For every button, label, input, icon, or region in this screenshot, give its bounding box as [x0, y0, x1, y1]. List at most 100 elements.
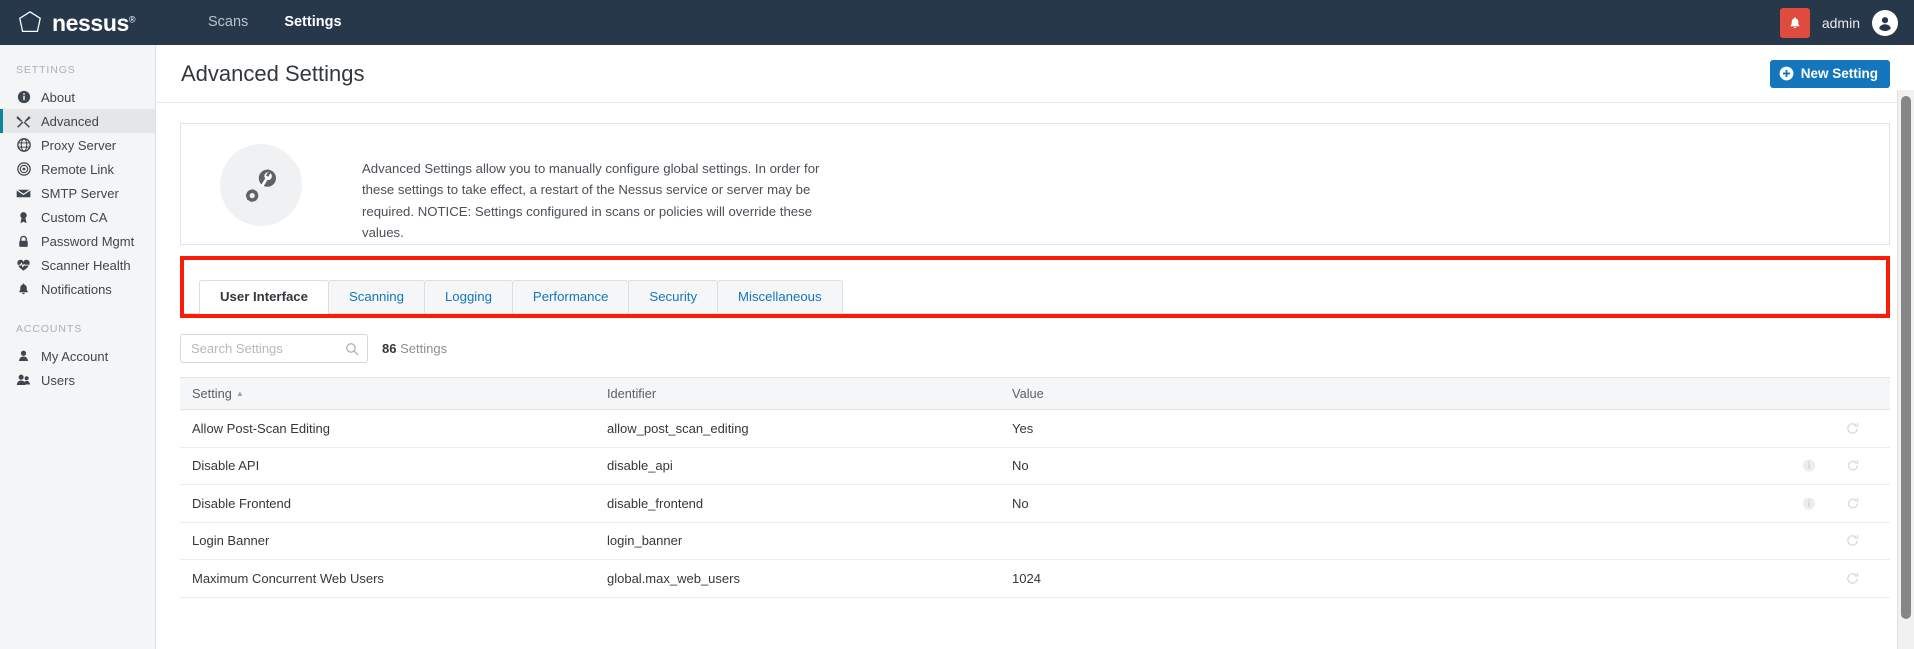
page-scrollbar-track[interactable]: [1897, 90, 1914, 649]
tab-security[interactable]: Security: [628, 280, 719, 313]
lock-icon: [16, 234, 31, 249]
reset-icon[interactable]: [1845, 571, 1860, 586]
sidebar-item-label: Scanner Health: [41, 257, 131, 273]
cell-identifier: allow_post_scan_editing: [595, 409, 1000, 448]
certificate-icon: [16, 210, 31, 225]
content-area: Advanced Settings allow you to manually …: [156, 103, 1914, 649]
column-header-value[interactable]: Value: [1000, 377, 1790, 410]
reset-icon[interactable]: [1845, 533, 1860, 548]
user-icon: [16, 349, 31, 364]
cell-value: Yes: [1000, 409, 1790, 448]
sidebar-item-scanner-health[interactable]: Scanner Health: [0, 253, 155, 277]
nessus-logo[interactable]: nessus®: [0, 10, 190, 36]
column-header-actions: [1790, 377, 1890, 410]
sidebar-item-advanced[interactable]: Advanced: [0, 109, 155, 133]
sidebar-item-about[interactable]: About: [0, 85, 155, 109]
cell-setting: Disable API: [180, 447, 595, 485]
tab-user-interface[interactable]: User Interface: [199, 280, 329, 314]
plus-circle-icon: [1779, 66, 1794, 81]
cell-value: No: [1000, 447, 1790, 485]
user-avatar-icon: [1879, 16, 1891, 31]
cell-actions: [1790, 522, 1890, 560]
sidebar-item-proxy-server[interactable]: Proxy Server: [0, 133, 155, 157]
tab-scanning[interactable]: Scanning: [327, 280, 425, 313]
envelope-icon: [16, 186, 31, 201]
sidebar-item-label: Custom CA: [41, 209, 108, 225]
row-action-icons: [1802, 458, 1878, 473]
sidebar-item-users[interactable]: Users: [0, 368, 155, 392]
settings-count-label: Settings: [400, 341, 448, 356]
primary-nav-links: Scans Settings: [190, 0, 360, 45]
cell-identifier: global.max_web_users: [595, 559, 1000, 598]
sidebar-item-label: Users: [41, 372, 75, 388]
search-input[interactable]: [191, 341, 345, 356]
page-header: Advanced Settings New Setting: [156, 45, 1914, 103]
username-label: admin: [1821, 14, 1860, 31]
notifications-button[interactable]: [1779, 7, 1810, 38]
avatar[interactable]: [1872, 9, 1898, 36]
new-setting-button[interactable]: New Setting: [1769, 59, 1890, 88]
tab-miscellaneous[interactable]: Miscellaneous: [717, 280, 843, 313]
column-header-setting-label: Setting: [192, 386, 232, 401]
reset-icon[interactable]: [1846, 496, 1860, 511]
globe-icon: [16, 138, 31, 153]
sidebar-item-label: Proxy Server: [41, 137, 117, 153]
table-row[interactable]: Login Banner login_banner: [180, 522, 1890, 560]
sidebar-item-password-mgmt[interactable]: Password Mgmt: [0, 229, 155, 253]
cell-setting: Maximum Concurrent Web Users: [180, 559, 595, 598]
bell-icon: [1790, 16, 1800, 28]
sidebar-item-label: SMTP Server: [41, 185, 119, 201]
sidebar-item-custom-ca[interactable]: Custom CA: [0, 205, 155, 229]
sidebar-group-accounts-label: ACCOUNTS: [16, 323, 83, 335]
search-row: 86 Settings: [180, 318, 1890, 377]
tab-logging[interactable]: Logging: [423, 280, 513, 313]
info-icon[interactable]: [1802, 458, 1816, 473]
users-icon: [16, 373, 31, 388]
column-header-setting[interactable]: Setting ▲: [180, 377, 595, 410]
search-icon[interactable]: [345, 342, 359, 356]
bell-icon: [16, 282, 31, 297]
tab-performance[interactable]: Performance: [511, 280, 630, 313]
cell-actions: [1790, 559, 1890, 598]
settings-table-body: Allow Post-Scan Editing allow_post_scan_…: [180, 409, 1890, 598]
row-action-icons: [1802, 533, 1878, 548]
tabs-row: User Interface Scanning Logging Performa…: [184, 269, 1886, 314]
cell-setting: Login Banner: [180, 522, 595, 560]
table-row[interactable]: Maximum Concurrent Web Users global.max_…: [180, 559, 1890, 598]
info-panel-text: Advanced Settings allow you to manually …: [362, 161, 820, 241]
search-box[interactable]: [180, 334, 368, 363]
nav-link-scans[interactable]: Scans: [190, 0, 266, 45]
sidebar-item-smtp-server[interactable]: SMTP Server: [0, 181, 155, 205]
nav-link-settings[interactable]: Settings: [266, 0, 359, 45]
reset-icon[interactable]: [1845, 421, 1860, 436]
settings-table-head: Setting ▲ Identifier Value: [180, 377, 1890, 410]
cell-actions: [1790, 484, 1890, 523]
reset-icon[interactable]: [1846, 458, 1860, 473]
brand-trademark: ®: [128, 14, 136, 25]
sidebar-item-label: Advanced: [41, 113, 99, 129]
main-content: Advanced Settings New Setting Advanced S…: [156, 45, 1914, 649]
sort-ascending-icon: ▲: [235, 389, 244, 398]
sidebar-group-settings-label: SETTINGS: [16, 64, 76, 76]
table-row[interactable]: Allow Post-Scan Editing allow_post_scan_…: [180, 409, 1890, 448]
target-icon: [16, 162, 31, 177]
row-action-icons: [1802, 496, 1878, 511]
cell-value: [1000, 522, 1790, 560]
page-title: Advanced Settings: [181, 60, 365, 86]
table-row[interactable]: Disable Frontend disable_frontend No: [180, 484, 1890, 523]
info-icon[interactable]: [1802, 496, 1816, 511]
sidebar-item-label: Password Mgmt: [41, 233, 135, 249]
sidebar-item-notifications[interactable]: Notifications: [0, 277, 155, 301]
sidebar-item-label: My Account: [41, 348, 109, 364]
top-navigation-bar: nessus® Scans Settings admin: [0, 0, 1914, 45]
brand-text: nessus®: [52, 10, 136, 36]
cell-setting: Disable Frontend: [180, 484, 595, 523]
table-row[interactable]: Disable API disable_api No: [180, 447, 1890, 485]
page-scrollbar-thumb[interactable]: [1901, 96, 1911, 619]
column-header-identifier[interactable]: Identifier: [595, 377, 1000, 410]
table-header-row: Setting ▲ Identifier Value: [180, 377, 1890, 410]
sidebar: SETTINGS About Advanced Proxy Server Rem…: [0, 45, 156, 649]
heartbeat-icon: [16, 258, 31, 273]
sidebar-item-my-account[interactable]: My Account: [0, 344, 155, 368]
sidebar-item-remote-link[interactable]: Remote Link: [0, 157, 155, 181]
